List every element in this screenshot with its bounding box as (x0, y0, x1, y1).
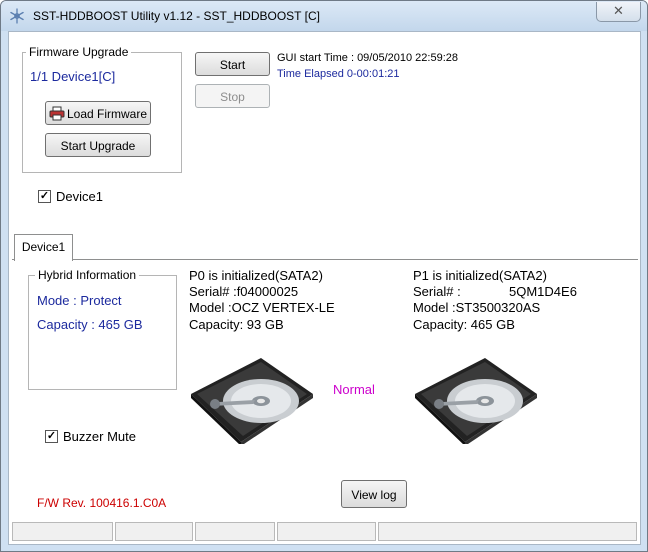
status-cell-3 (195, 522, 275, 541)
p1-status: P1 is initialized(SATA2) (413, 268, 547, 283)
status-cell-4 (277, 522, 376, 541)
window-title: SST-HDDBOOST Utility v1.12 - SST_HDDBOOS… (33, 9, 320, 23)
hdd-p0-icon (191, 358, 313, 444)
device1-checkbox[interactable]: ✓ (38, 190, 51, 203)
status-bar (12, 522, 637, 541)
p0-status: P0 is initialized(SATA2) (189, 268, 323, 283)
status-cell-5 (378, 522, 637, 541)
load-firmware-button[interactable]: Load Firmware (45, 101, 151, 125)
start-upgrade-button[interactable]: Start Upgrade (45, 133, 151, 157)
hybrid-mode: Mode : Protect (37, 293, 122, 308)
hybrid-information-legend: Hybrid Information (35, 268, 140, 282)
view-log-button[interactable]: View log (341, 480, 407, 508)
tab-device1[interactable]: Device1 (14, 234, 73, 261)
status-cell-1 (12, 522, 113, 541)
checkmark-icon: ✓ (39, 190, 50, 202)
device1-checkbox-label: Device1 (56, 189, 103, 204)
stop-button[interactable]: Stop (195, 84, 270, 108)
client-area: Firmware Upgrade 1/1 Device1[C] Load Fir… (8, 31, 641, 545)
tab-device1-label: Device1 (21, 240, 66, 254)
p0-model: Model :OCZ VERTEX-LE (189, 300, 335, 315)
close-button[interactable]: ✕ (596, 2, 641, 22)
app-snowflake-icon (10, 8, 24, 24)
gui-start-time: GUI start Time : 09/05/2010 22:59:28 (277, 52, 458, 64)
p0-serial: Serial# :f04000025 (189, 284, 299, 299)
p1-model: Model :ST3500320AS (413, 300, 541, 315)
p1-capacity: Capacity: 465 GB (413, 317, 515, 332)
p0-capacity: Capacity: 93 GB (189, 317, 284, 332)
hybrid-information-group: Hybrid Information Mode : Protect Capaci… (28, 268, 177, 390)
status-cell-2 (115, 522, 193, 541)
p1-serial-value: 5QM1D4E6 (509, 284, 577, 299)
buzzer-mute-checkbox[interactable]: ✓ (45, 430, 58, 443)
app-window: SST-HDDBOOST Utility v1.12 - SST_HDDBOOS… (0, 0, 648, 552)
firmware-device-info: 1/1 Device1[C] (30, 69, 116, 84)
p1-serial-label: Serial# : (413, 284, 461, 299)
buzzer-mute-label: Buzzer Mute (63, 429, 136, 444)
start-button[interactable]: Start (195, 52, 270, 76)
firmware-upgrade-group: Firmware Upgrade 1/1 Device1[C] Load Fir… (22, 45, 182, 173)
fw-revision: F/W Rev. 100416.1.C0A (37, 496, 167, 510)
hdd-p1-icon (415, 358, 537, 444)
hybrid-capacity: Capacity : 465 GB (37, 317, 143, 332)
title-bar[interactable]: SST-HDDBOOST Utility v1.12 - SST_HDDBOOS… (1, 1, 647, 31)
printer-icon (49, 106, 65, 121)
close-icon: ✕ (613, 3, 624, 18)
load-firmware-label: Load Firmware (66, 107, 148, 121)
normal-status: Normal (333, 382, 375, 397)
checkmark-icon: ✓ (46, 430, 57, 442)
firmware-upgrade-legend: Firmware Upgrade (26, 45, 132, 59)
time-elapsed: Time Elapsed 0-00:01:21 (277, 68, 400, 80)
